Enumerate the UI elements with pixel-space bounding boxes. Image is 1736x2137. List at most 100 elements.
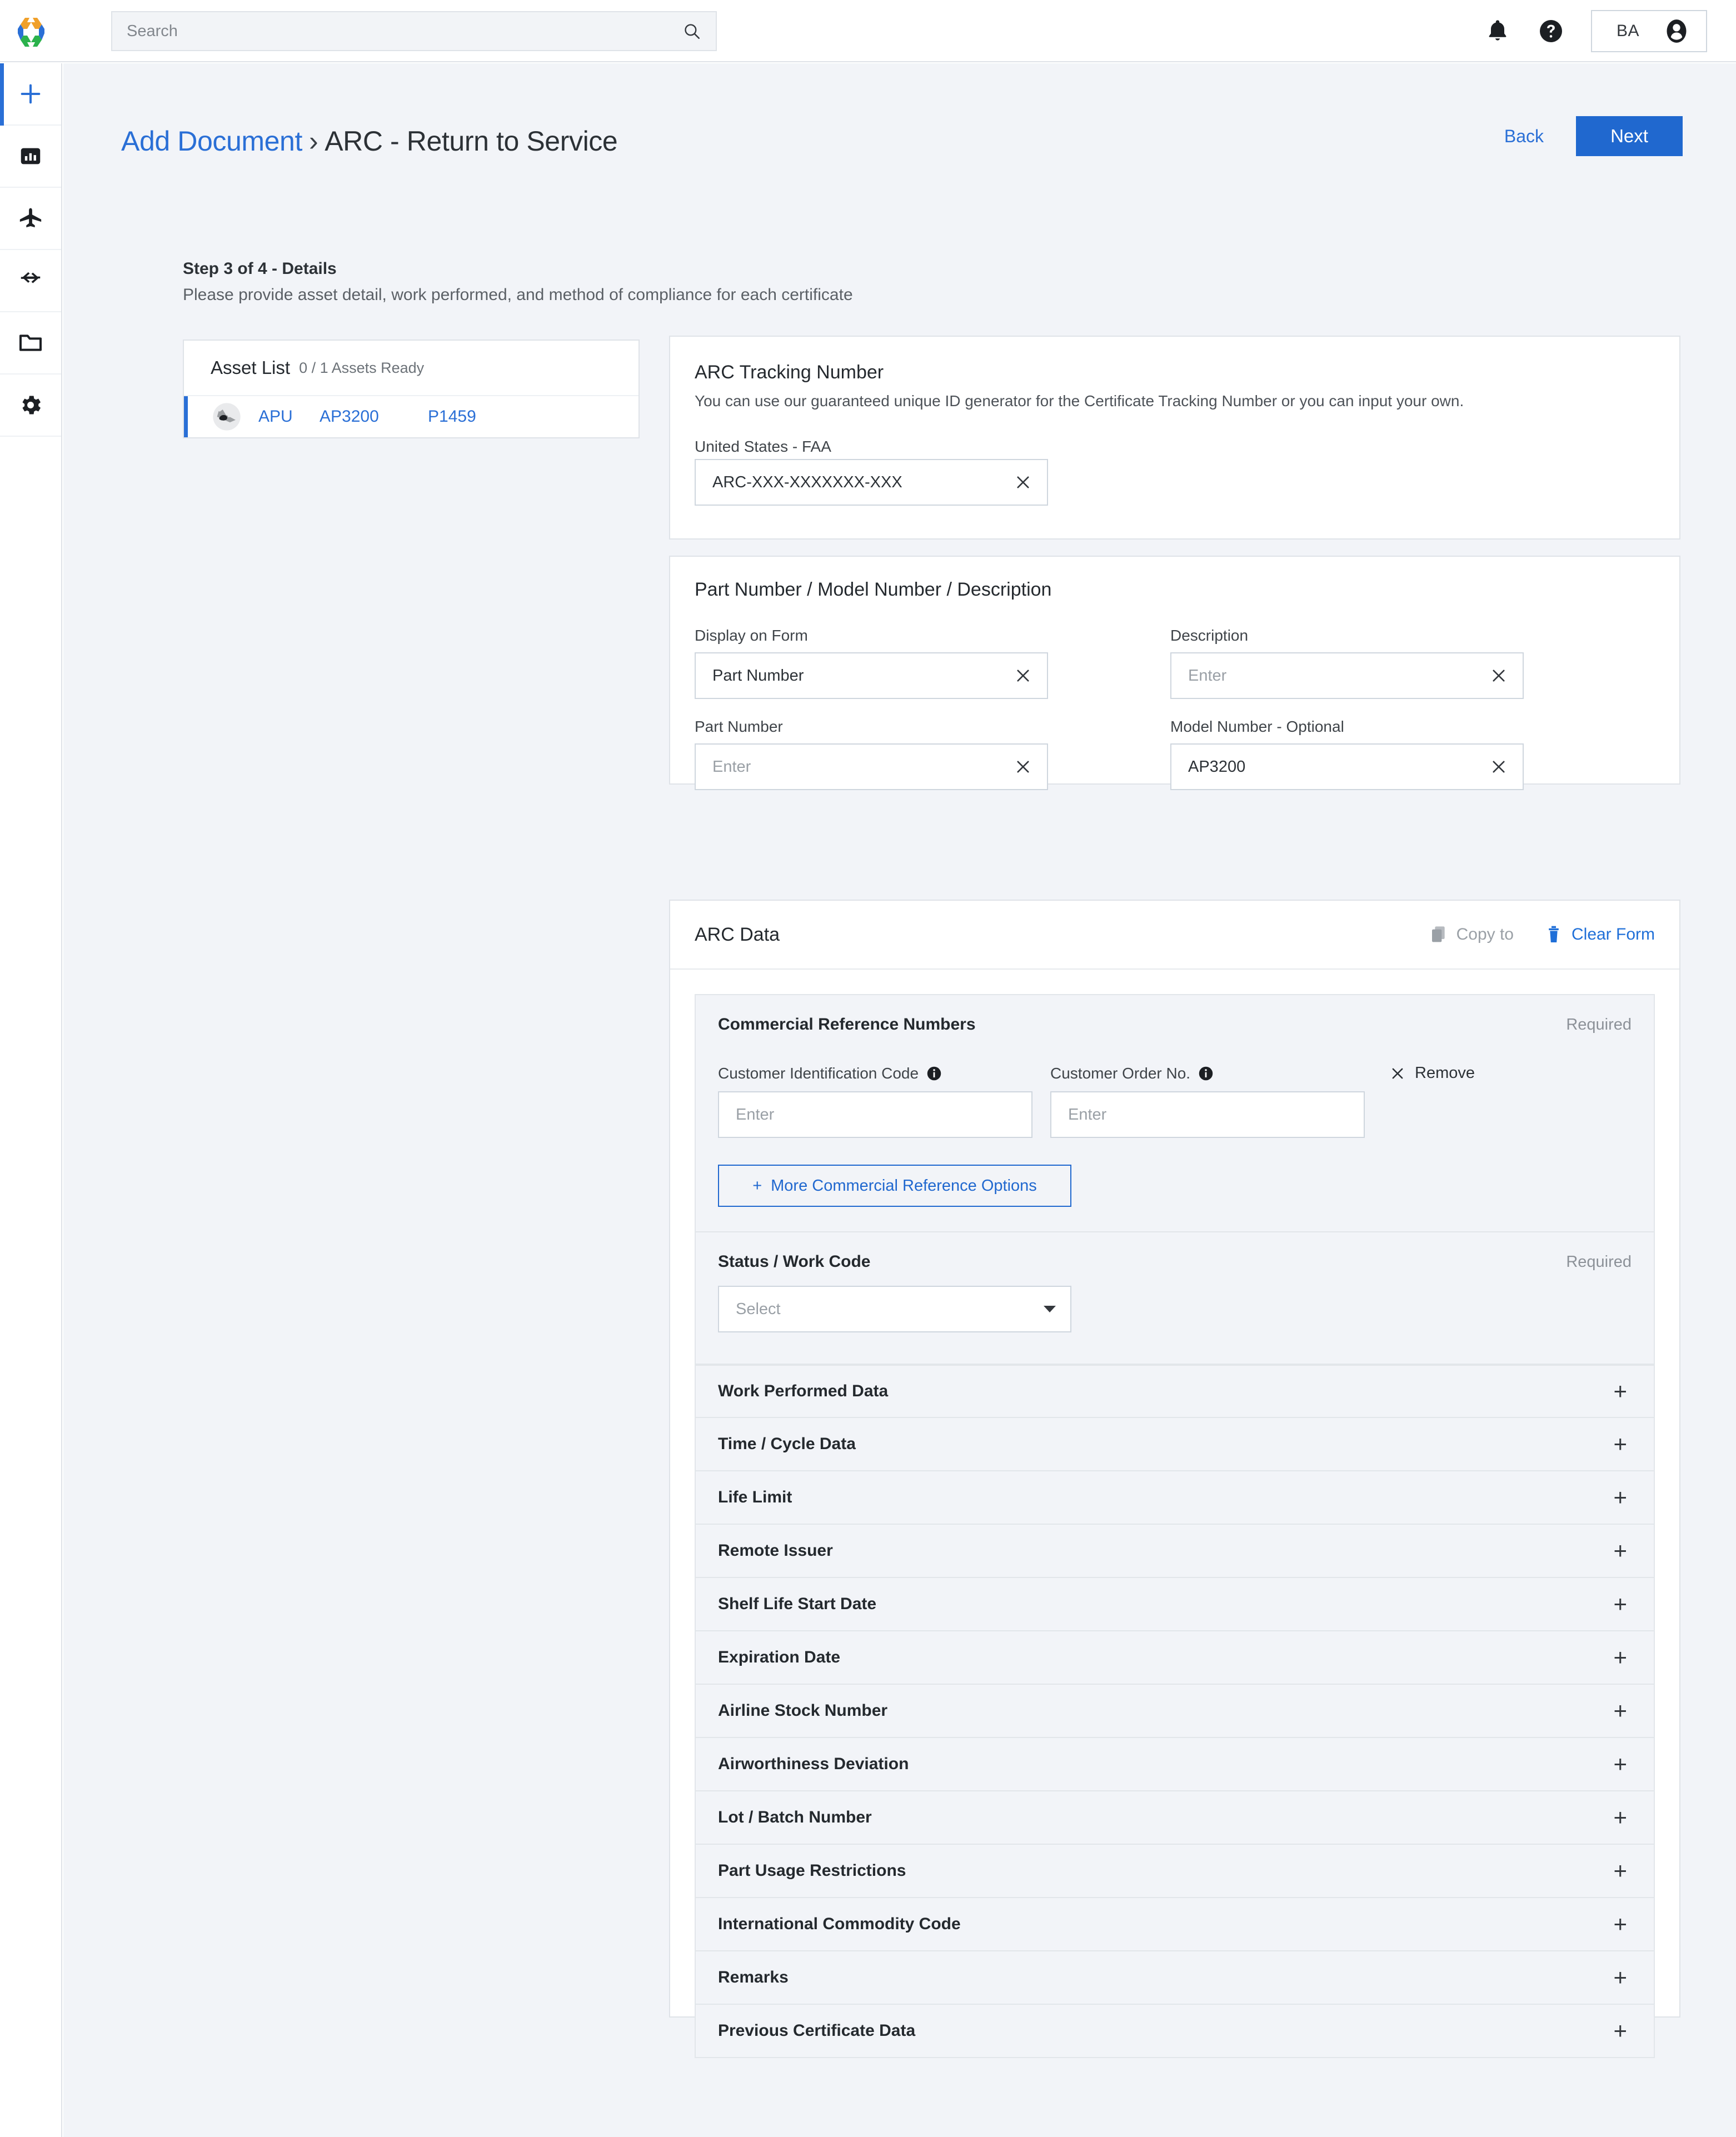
accordion-item[interactable]: Shelf Life Start Date + [695,1578,1655,1631]
arc-data-body: Commercial Reference Numbers Required Cu… [670,970,1679,2080]
display-on-form-input-wrap[interactable] [695,652,1048,699]
accordion-item[interactable]: Airline Stock Number + [695,1685,1655,1738]
status-work-code-header: Status / Work Code Required [696,1232,1654,1271]
accordion-item[interactable]: Remarks + [695,1951,1655,2005]
accordion-item[interactable]: Part Usage Restrictions + [695,1845,1655,1898]
commercial-reference-required-badge: Required [1566,1015,1632,1033]
clear-form-button[interactable]: Clear Form [1545,925,1655,945]
info-icon[interactable] [1198,1066,1214,1081]
customer-order-no-input-wrap[interactable] [1050,1091,1365,1138]
search-input[interactable] [127,22,682,41]
arc-data-card: ARC Data Copy to Clear Form Commercial R… [669,900,1680,2058]
plus-icon: + [752,1176,762,1195]
info-icon[interactable] [926,1066,942,1081]
sidebar-item-documents[interactable] [0,312,61,375]
more-commercial-reference-options-button[interactable]: + More Commercial Reference Options [718,1165,1071,1207]
sidebar-item-aircraft[interactable] [0,188,61,250]
description-input[interactable] [1188,666,1489,685]
airplane-icon [19,208,42,228]
model-number-input[interactable] [1188,757,1489,776]
status-work-code-select[interactable]: Select [718,1286,1071,1332]
model-number-input-wrap[interactable] [1170,743,1524,790]
breadcrumb: Add Document › ARC - Return to Service [121,119,1694,163]
step-title: Step 3 of 4 - Details [183,259,337,278]
sidebar-item-dashboard[interactable] [0,126,61,188]
expand-plus-icon[interactable]: + [1613,1752,1627,1776]
back-button[interactable]: Back [1498,121,1550,152]
accordion-item[interactable]: Airworthiness Deviation + [695,1738,1655,1791]
search-icon[interactable] [682,22,701,41]
customer-order-no-input[interactable] [1068,1105,1349,1124]
field-label: Customer Order No. [1050,1065,1191,1082]
expand-plus-icon[interactable]: + [1613,1432,1627,1456]
clear-icon[interactable] [1014,473,1032,492]
field-model-number: Model Number - Optional [1170,718,1524,790]
accordion-item-label: Airworthiness Deviation [718,1755,909,1773]
display-on-form-input[interactable] [712,666,1014,685]
search-box[interactable] [111,11,717,51]
arc-tracking-field-label: United States - FAA [695,438,831,455]
expand-plus-icon[interactable]: + [1613,1806,1627,1829]
asset-list-count: 0 / 1 Assets Ready [299,359,425,376]
expand-plus-icon[interactable]: + [1613,1699,1627,1722]
arc-tracking-input-wrap[interactable] [695,459,1048,506]
app-logo[interactable] [0,0,62,62]
asset-type-link[interactable]: APU [258,407,320,426]
field-label-wrap: Customer Identification Code [718,1065,1032,1082]
expand-plus-icon[interactable]: + [1613,1380,1627,1403]
asset-list-title: Asset List [211,357,291,378]
wizard-actions: Back Next [1498,116,1683,156]
accordion-item[interactable]: Expiration Date + [695,1631,1655,1685]
user-menu[interactable]: BA [1590,10,1707,52]
avatar-icon[interactable] [1663,17,1690,45]
remove-commercial-reference-button[interactable]: Remove [1389,1064,1475,1082]
clear-icon[interactable] [1014,666,1032,685]
arc-tracking-input[interactable] [712,473,1014,492]
status-work-code-required-badge: Required [1566,1252,1632,1271]
field-part-number: Part Number [695,718,1048,790]
next-button[interactable]: Next [1576,116,1683,156]
breadcrumb-link-add-document[interactable]: Add Document [121,126,302,157]
accordion-item[interactable]: Time / Cycle Data + [695,1418,1655,1471]
copy-to-button[interactable]: Copy to [1430,925,1514,945]
accordion-item-label: Lot / Batch Number [718,1808,872,1826]
expand-plus-icon[interactable]: + [1613,1486,1627,1509]
accordion-item[interactable]: Lot / Batch Number + [695,1791,1655,1845]
customer-identification-code-input-wrap[interactable] [718,1091,1032,1138]
help-icon[interactable] [1538,18,1564,44]
expand-plus-icon[interactable]: + [1613,1592,1627,1616]
expand-plus-icon[interactable]: + [1613,1913,1627,1936]
accordion-item[interactable]: Previous Certificate Data + [695,2005,1655,2058]
sidebar-item-settings[interactable] [0,375,61,437]
asset-model-link[interactable]: AP3200 [320,407,428,426]
expand-plus-icon[interactable]: + [1613,1859,1627,1883]
clear-icon[interactable] [1489,757,1508,776]
sidebar-item-transfer[interactable] [0,250,61,312]
arc-tracking-number-card: ARC Tracking Number You can use our guar… [669,336,1680,540]
arc-tracking-description: You can use our guaranteed unique ID gen… [695,392,1464,410]
expand-plus-icon[interactable]: + [1613,2019,1627,2043]
clear-icon[interactable] [1014,757,1032,776]
part-number-input[interactable] [712,757,1014,776]
field-label: Customer Identification Code [718,1065,919,1082]
part-number-input-wrap[interactable] [695,743,1048,790]
accordion-item[interactable]: Work Performed Data + [695,1365,1655,1418]
customer-identification-code-input[interactable] [736,1105,1017,1124]
asset-list-header: Asset List 0 / 1 Assets Ready [184,341,638,396]
accordion-item[interactable]: Remote Issuer + [695,1525,1655,1578]
asset-serial-link[interactable]: P1459 [428,407,476,426]
notifications-bell-icon[interactable] [1484,18,1511,44]
expand-plus-icon[interactable]: + [1613,1539,1627,1562]
accordion-item-label: Expiration Date [718,1648,841,1666]
accordion-item[interactable]: International Commodity Code + [695,1898,1655,1951]
field-label: Description [1170,627,1249,644]
accordion-item[interactable]: Life Limit + [695,1471,1655,1525]
expand-plus-icon[interactable]: + [1613,1966,1627,1989]
sidebar-item-add[interactable] [0,63,61,126]
expand-plus-icon[interactable]: + [1613,1646,1627,1669]
clear-icon[interactable] [1489,666,1508,685]
description-input-wrap[interactable] [1170,652,1524,699]
asset-list-row[interactable]: APU AP3200 P1459 [184,396,638,437]
step-subtitle: Please provide asset detail, work perfor… [183,286,853,304]
arc-tracking-title: ARC Tracking Number [695,362,884,383]
